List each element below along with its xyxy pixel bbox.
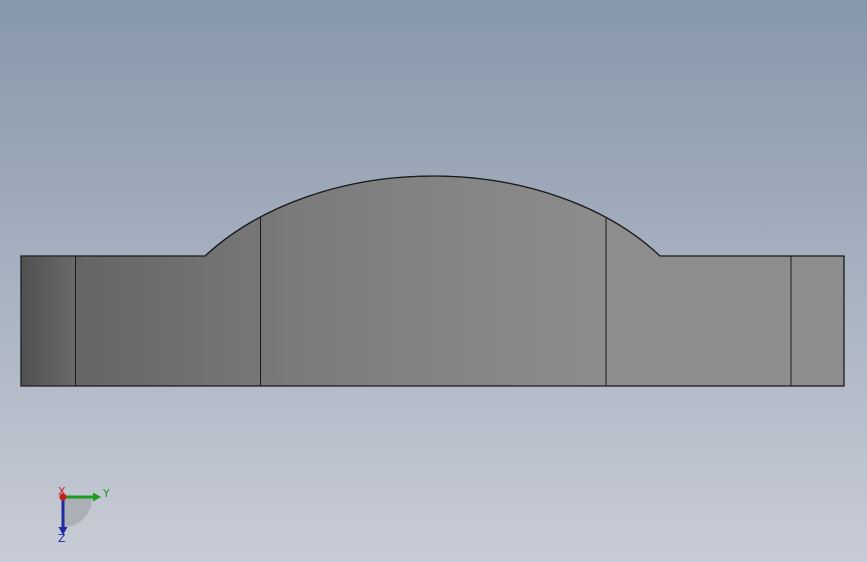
part-left-face	[21, 256, 76, 386]
triad-y-label: Y	[102, 487, 110, 500]
triad-z-label: Z	[58, 532, 66, 545]
model-view-svg[interactable]: X Y Z	[0, 0, 867, 562]
graphics-viewport[interactable]: X Y Z	[0, 0, 867, 562]
triad-x-label: X	[58, 485, 66, 498]
